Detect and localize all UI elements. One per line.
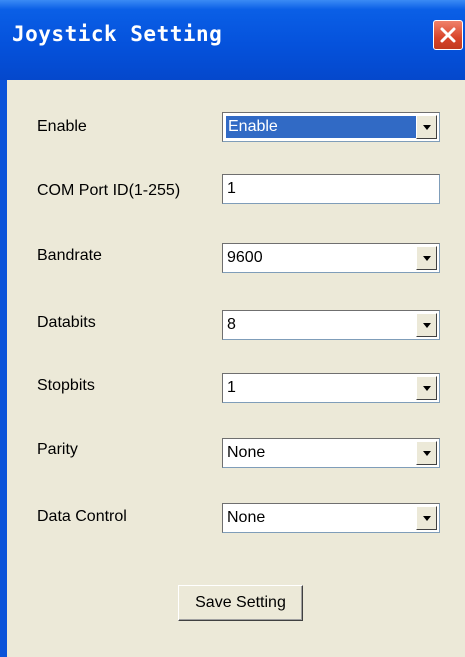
data-control-select[interactable]: None	[222, 503, 440, 533]
enable-select[interactable]: Enable	[222, 112, 440, 142]
chevron-down-icon	[423, 256, 431, 261]
chevron-down-icon	[423, 323, 431, 328]
com-port-input[interactable]: 1	[222, 174, 440, 204]
parity-label: Parity	[37, 441, 78, 458]
data-control-value: None	[227, 509, 266, 526]
close-icon	[440, 27, 456, 43]
chevron-down-icon	[423, 386, 431, 391]
enable-label: Enable	[37, 118, 87, 135]
bandrate-select[interactable]: 9600	[222, 243, 440, 273]
chevron-down-icon	[423, 516, 431, 521]
bandrate-dropdown-button[interactable]	[416, 246, 437, 270]
stopbits-value: 1	[227, 379, 236, 396]
window-title: Joystick Setting	[12, 22, 223, 46]
parity-value: None	[227, 444, 266, 461]
dialog-body: Enable Enable COM Port ID(1-255) 1 Bandr…	[7, 80, 465, 657]
bandrate-label: Bandrate	[37, 247, 102, 264]
enable-value: Enable	[226, 116, 416, 138]
dialog-window: Joystick Setting Enable Enable COM Port …	[0, 0, 465, 657]
databits-dropdown-button[interactable]	[416, 313, 437, 337]
chevron-down-icon	[423, 451, 431, 456]
databits-value: 8	[227, 316, 236, 333]
bandrate-value: 9600	[227, 249, 263, 266]
com-port-label: COM Port ID(1-255)	[37, 182, 181, 199]
databits-select[interactable]: 8	[222, 310, 440, 340]
enable-dropdown-button[interactable]	[416, 115, 437, 139]
chevron-down-icon	[423, 125, 431, 130]
title-bar[interactable]: Joystick Setting	[0, 0, 465, 80]
parity-dropdown-button[interactable]	[416, 441, 437, 465]
stopbits-select[interactable]: 1	[222, 373, 440, 403]
save-setting-button[interactable]: Save Setting	[178, 585, 303, 621]
data-control-dropdown-button[interactable]	[416, 506, 437, 530]
data-control-label: Data Control	[37, 508, 127, 525]
com-port-value: 1	[227, 180, 236, 197]
databits-label: Databits	[37, 314, 96, 331]
stopbits-dropdown-button[interactable]	[416, 376, 437, 400]
close-button[interactable]	[433, 20, 463, 50]
stopbits-label: Stopbits	[37, 377, 95, 394]
parity-select[interactable]: None	[222, 438, 440, 468]
